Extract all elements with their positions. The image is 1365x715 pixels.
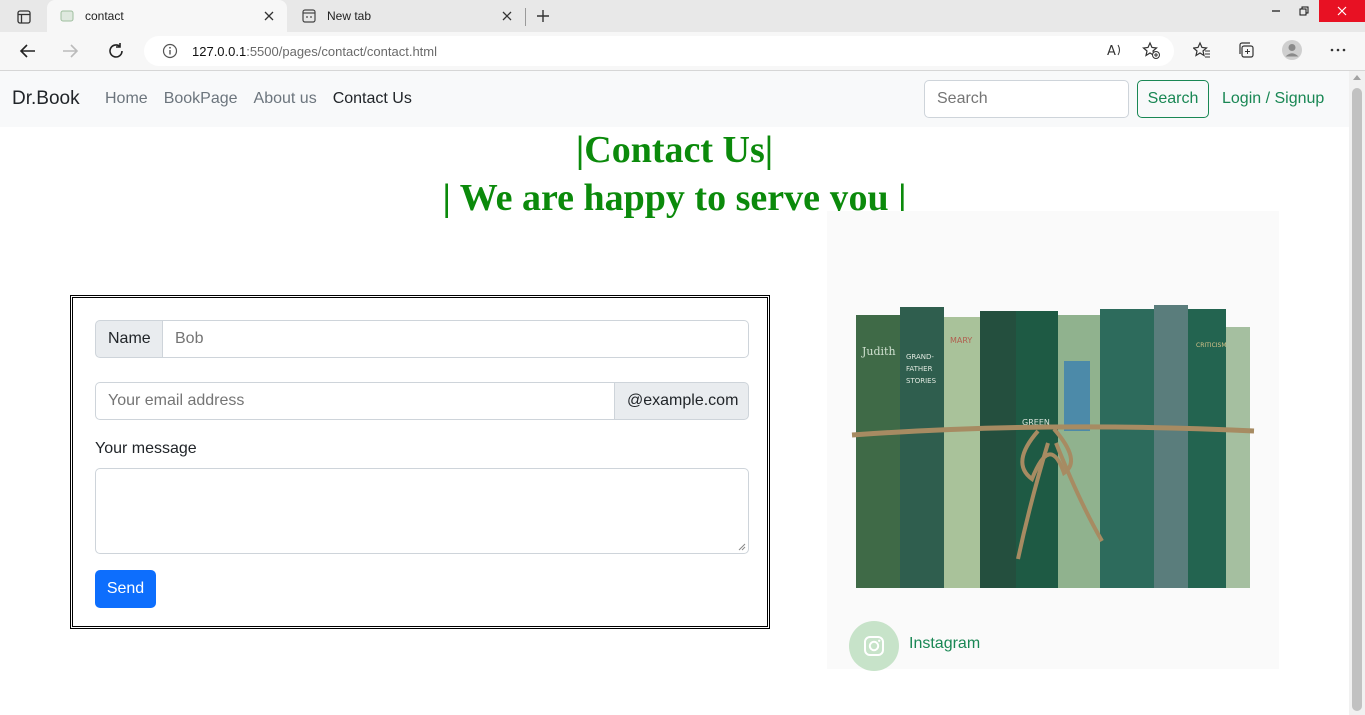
instagram-icon	[864, 636, 884, 656]
resize-grip-icon[interactable]	[738, 543, 746, 551]
url-path: :5500/pages/contact/contact.html	[246, 43, 438, 59]
scrollbar-thumb[interactable]	[1352, 88, 1362, 711]
svg-text:MARY: MARY	[950, 336, 972, 345]
collections-icon[interactable]	[1232, 36, 1260, 64]
refresh-icon[interactable]	[101, 36, 131, 66]
new-tab-favicon-icon	[301, 8, 317, 24]
nav-home[interactable]: Home	[105, 90, 148, 108]
login-signup-link[interactable]: Login / Signup	[1222, 90, 1324, 108]
more-menu-icon[interactable]	[1324, 36, 1352, 64]
nav-about-us[interactable]: About us	[254, 90, 317, 108]
email-suffix: @example.com	[615, 382, 749, 420]
name-input[interactable]	[163, 320, 749, 358]
page-title: |Contact Us|	[575, 129, 774, 171]
browser-toolbar: 127.0.0.1:5500/pages/contact/contact.htm…	[0, 32, 1365, 71]
tab-divider	[525, 8, 526, 26]
nav-bookpage[interactable]: BookPage	[164, 90, 238, 108]
site-navbar: Dr.Book Home BookPage About us Contact U…	[0, 71, 1349, 127]
nav-links: Home BookPage About us Contact Us	[105, 90, 428, 108]
close-window-icon[interactable]	[1319, 0, 1365, 22]
address-bar[interactable]: 127.0.0.1:5500/pages/contact/contact.htm…	[144, 36, 1174, 66]
tab-title: contact	[85, 9, 124, 23]
svg-text:FATHER: FATHER	[906, 365, 933, 373]
books-bundle-image: Judith GRAND- FATHER STORIES MARY GREEN …	[851, 305, 1255, 588]
name-input-group: Name	[95, 320, 749, 358]
favorites-icon[interactable]	[1188, 36, 1216, 64]
browser-tabstrip: contact New tab	[0, 0, 1365, 32]
svg-text:A: A	[1107, 44, 1116, 59]
back-arrow-icon[interactable]	[13, 36, 43, 66]
tab-new-tab[interactable]: New tab	[289, 0, 525, 32]
nav-contact-us[interactable]: Contact Us	[333, 90, 412, 108]
minimize-icon[interactable]	[1261, 0, 1291, 22]
close-tab-icon[interactable]	[495, 4, 519, 28]
profile-avatar-icon[interactable]	[1278, 36, 1306, 64]
page-viewport: Dr.Book Home BookPage About us Contact U…	[0, 71, 1349, 715]
search-input[interactable]	[924, 80, 1129, 118]
contact-form: Name @example.com Your message Send	[70, 295, 770, 629]
message-label: Your message	[95, 440, 197, 457]
svg-text:Judith: Judith	[861, 345, 896, 358]
svg-text:CRITICISM: CRITICISM	[1196, 342, 1227, 349]
message-textarea[interactable]	[95, 468, 749, 554]
new-tab-plus-icon[interactable]	[531, 4, 555, 28]
tab-actions-icon[interactable]	[10, 6, 38, 28]
send-button[interactable]: Send	[95, 570, 156, 608]
search-button[interactable]: Search	[1137, 80, 1209, 118]
svg-text:GRAND-: GRAND-	[906, 353, 934, 361]
page-scrollbar[interactable]	[1349, 71, 1365, 715]
restore-icon[interactable]	[1289, 0, 1319, 22]
instagram-button[interactable]	[849, 621, 899, 671]
tab-title: New tab	[327, 9, 372, 23]
page-favicon-icon	[59, 8, 75, 24]
forward-arrow-icon[interactable]	[55, 36, 85, 66]
tab-contact[interactable]: contact	[47, 0, 287, 32]
instagram-link[interactable]: Instagram	[909, 635, 980, 653]
scroll-up-arrow-icon[interactable]	[1353, 75, 1361, 80]
svg-text:STORIES: STORIES	[906, 377, 937, 385]
email-input-group: @example.com	[95, 382, 749, 420]
name-label: Name	[95, 320, 163, 358]
close-tab-icon[interactable]	[257, 4, 281, 28]
url-host: 127.0.0.1	[192, 43, 247, 59]
brand-logo[interactable]: Dr.Book	[12, 88, 80, 110]
read-aloud-icon[interactable]: A	[1101, 36, 1129, 64]
site-info-icon[interactable]	[160, 41, 180, 61]
add-favorite-icon[interactable]	[1137, 36, 1165, 64]
email-input[interactable]	[95, 382, 615, 420]
